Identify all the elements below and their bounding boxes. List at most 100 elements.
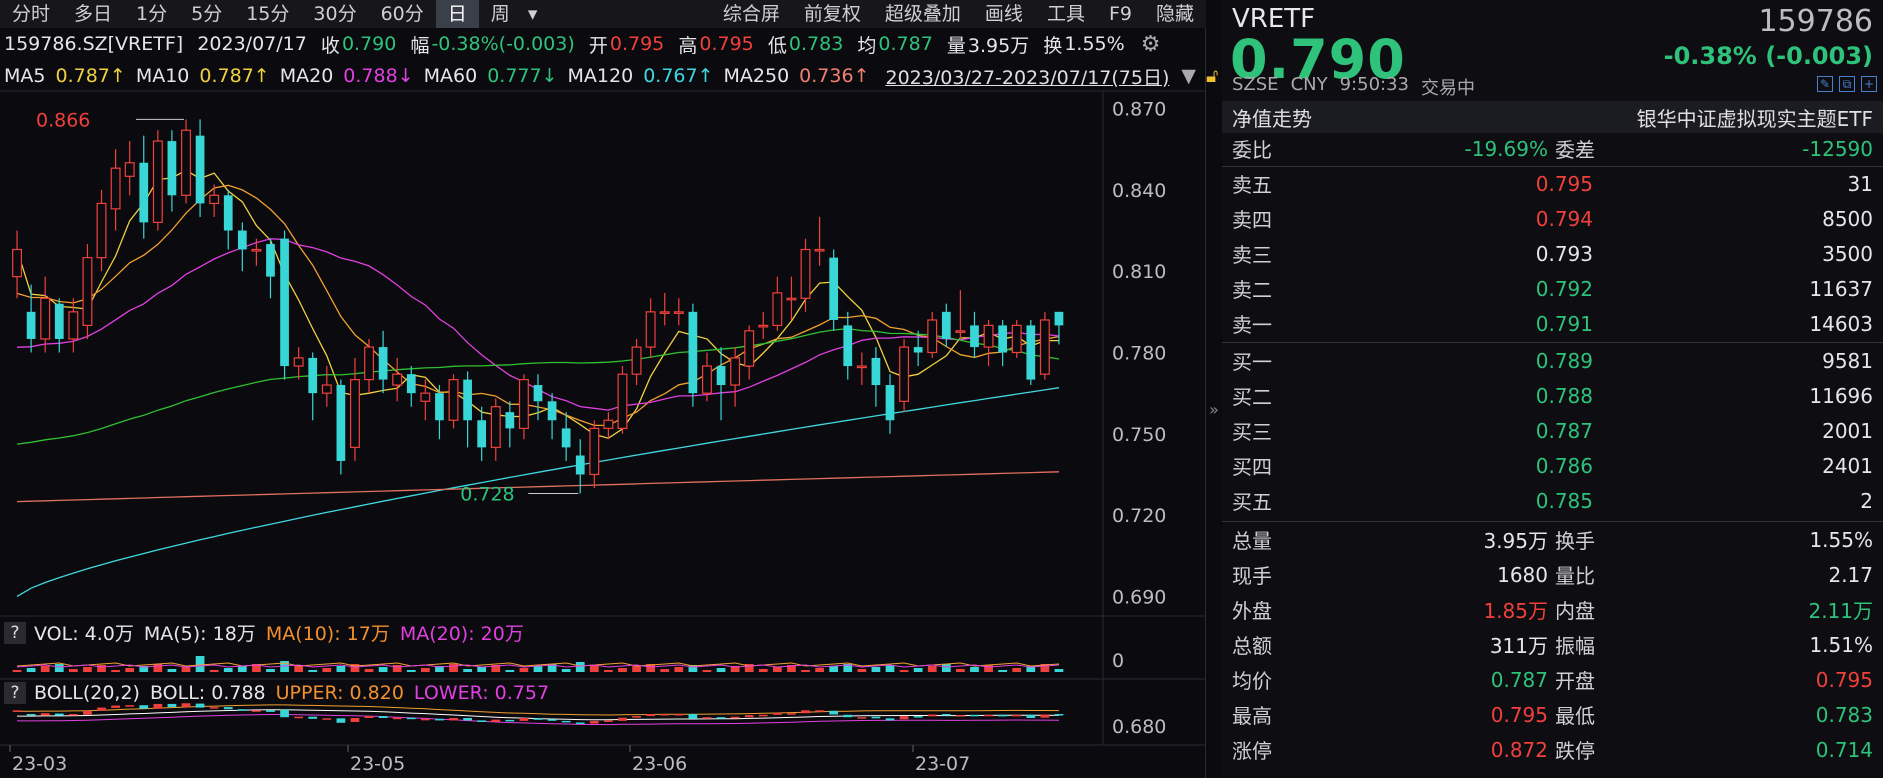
stat-label: 跌停	[1555, 739, 1595, 763]
price-change: -0.38% (-0.003)	[1663, 42, 1873, 70]
stat-label: 外盘	[1232, 599, 1272, 623]
copy-icon[interactable]: ⧉	[1839, 76, 1855, 92]
boll-mid: BOLL: 0.788	[149, 682, 266, 704]
ask-row[interactable]: 卖二 0.792 11637	[1222, 271, 1883, 306]
volume-bar	[927, 666, 937, 672]
boll-candle	[533, 718, 543, 720]
stat-row[interactable]: 总额 311万 振幅 1.51%	[1222, 627, 1883, 662]
stat-label: 总量	[1232, 529, 1272, 553]
boll-candle	[209, 707, 219, 709]
bid-row[interactable]: 买三 0.787 2001	[1222, 413, 1883, 448]
boll-upper: UPPER: 0.820	[275, 682, 404, 704]
candle-body-up	[786, 297, 797, 301]
lock-icon[interactable]: 🔓︎	[1206, 65, 1218, 87]
x-tick-label: 23-07	[915, 753, 970, 775]
bid-row[interactable]: 买一 0.789 9581	[1222, 343, 1883, 378]
pen-icon[interactable]: ✎	[1817, 76, 1833, 92]
boll-candle	[336, 718, 346, 723]
bid-row[interactable]: 买二 0.788 11696	[1222, 378, 1883, 413]
volume-bar	[801, 670, 810, 672]
candle-body-down	[575, 455, 585, 475]
candle-body-up	[364, 346, 375, 381]
candle-body-down	[435, 393, 444, 421]
volume-bar	[322, 668, 332, 672]
volume-bar	[97, 665, 106, 672]
x-tick-label: 23-05	[350, 753, 405, 775]
stat-row[interactable]: 总量 3.95万 换手 1.55%	[1222, 522, 1883, 557]
stat-row[interactable]: 外盘 1.85万 内盘 2.11万	[1222, 592, 1883, 627]
order-ratio-row[interactable]: 委比 -19.69% 委差 -12590	[1222, 131, 1883, 166]
candle-body-up	[68, 311, 79, 340]
boll-candle	[899, 716, 909, 720]
boll-name: BOLL(20,2)	[34, 682, 140, 704]
ask-row[interactable]: 卖五 0.795 31	[1222, 166, 1883, 201]
candle-body-up	[701, 365, 712, 394]
add-icon[interactable]: +	[1861, 76, 1877, 92]
volume-bar	[941, 664, 951, 672]
stat-label: 最高	[1232, 704, 1272, 728]
nav-band[interactable]: 净值走势 银华中证虚拟现实主题ETF	[1222, 101, 1883, 133]
candle-body-up	[744, 330, 755, 367]
boll-candle	[758, 714, 768, 717]
bid-row[interactable]: 买五 0.785 2	[1222, 483, 1883, 518]
bid-label: 买二	[1232, 385, 1272, 409]
ask-volume: 14603	[1809, 311, 1873, 336]
ask-row[interactable]: 卖四 0.794 8500	[1222, 201, 1883, 236]
boll-candle	[787, 713, 796, 715]
candle-body-up	[349, 379, 360, 448]
collapse-panel-toggle[interactable]: »	[1207, 380, 1221, 440]
stat-row[interactable]: 均价 0.787 开盘 0.795	[1222, 662, 1883, 697]
volume-bar	[463, 669, 472, 672]
y-tick-label: 0.780	[1112, 343, 1166, 365]
candle-body-up	[96, 202, 107, 259]
boll-candle	[378, 716, 388, 718]
volume-bar	[772, 667, 782, 672]
help-icon[interactable]: ?	[4, 621, 26, 644]
boll-candle	[26, 714, 36, 716]
stat-value: 1680	[1497, 562, 1548, 587]
ask-row[interactable]: 卖一 0.791 14603	[1222, 306, 1883, 341]
volume-bar	[913, 668, 923, 672]
volume-bar	[406, 670, 416, 672]
help-icon[interactable]: ?	[4, 682, 26, 704]
candle-body-down	[829, 257, 839, 320]
nav-trend-link[interactable]: 净值走势	[1232, 103, 1312, 132]
candle-body-down	[195, 135, 205, 204]
ask-price: 0.795	[1535, 171, 1593, 196]
currency: CNY	[1290, 74, 1328, 95]
boll-candle	[237, 709, 247, 711]
ask-volume: 8500	[1822, 206, 1873, 231]
stat-row[interactable]: 最高 0.795 最低 0.783	[1222, 697, 1883, 732]
ask-row[interactable]: 卖三 0.793 3500	[1222, 236, 1883, 271]
candle-body-up	[209, 194, 220, 205]
boll-lower: LOWER: 0.757	[413, 682, 550, 704]
stat-row[interactable]: 涨停 0.872 跌停 0.714	[1222, 732, 1883, 767]
stat-value: 2.11万	[1808, 599, 1873, 623]
bid-volume: 2401	[1822, 453, 1873, 478]
boll-candle	[1026, 714, 1036, 718]
boll-candle	[1054, 714, 1064, 716]
trading-status: 交易中	[1420, 78, 1475, 99]
candle-body-up	[251, 248, 262, 252]
candle-body-down	[716, 366, 726, 386]
ask-label: 卖五	[1232, 173, 1272, 197]
stat-value: 2.17	[1828, 562, 1873, 587]
x-tick-label: 23-06	[632, 753, 687, 775]
bid-row[interactable]: 买四 0.786 2401	[1222, 448, 1883, 483]
candle-body-down	[505, 412, 515, 429]
boll-candle	[801, 710, 810, 714]
chart-area[interactable]: 分时 多日 1分 5分 15分 30分 60分日周 ▾ 综合屏 前复权 超级叠加 画线 工具 F9 隐藏 1…	[0, 0, 1218, 778]
volume-bar	[674, 667, 684, 672]
candle-body-up	[589, 427, 600, 476]
boll-candle	[547, 719, 557, 721]
y-tick-label: 0.720	[1112, 505, 1166, 527]
kline-chart[interactable]: 0.870 0.840 0.810 0.780 0.750 0.720 0.690 23-03…	[0, 0, 1206, 778]
min-price-label: 0.728	[460, 483, 514, 505]
ask-label: 卖三	[1232, 243, 1272, 267]
volume-bar	[618, 668, 627, 672]
candle-body-down	[266, 244, 275, 277]
stat-value: 0.872	[1490, 737, 1548, 762]
candle-body-down	[167, 141, 177, 196]
stat-row[interactable]: 现手 1680 量比 2.17	[1222, 557, 1883, 592]
candle-body-up	[321, 384, 332, 394]
